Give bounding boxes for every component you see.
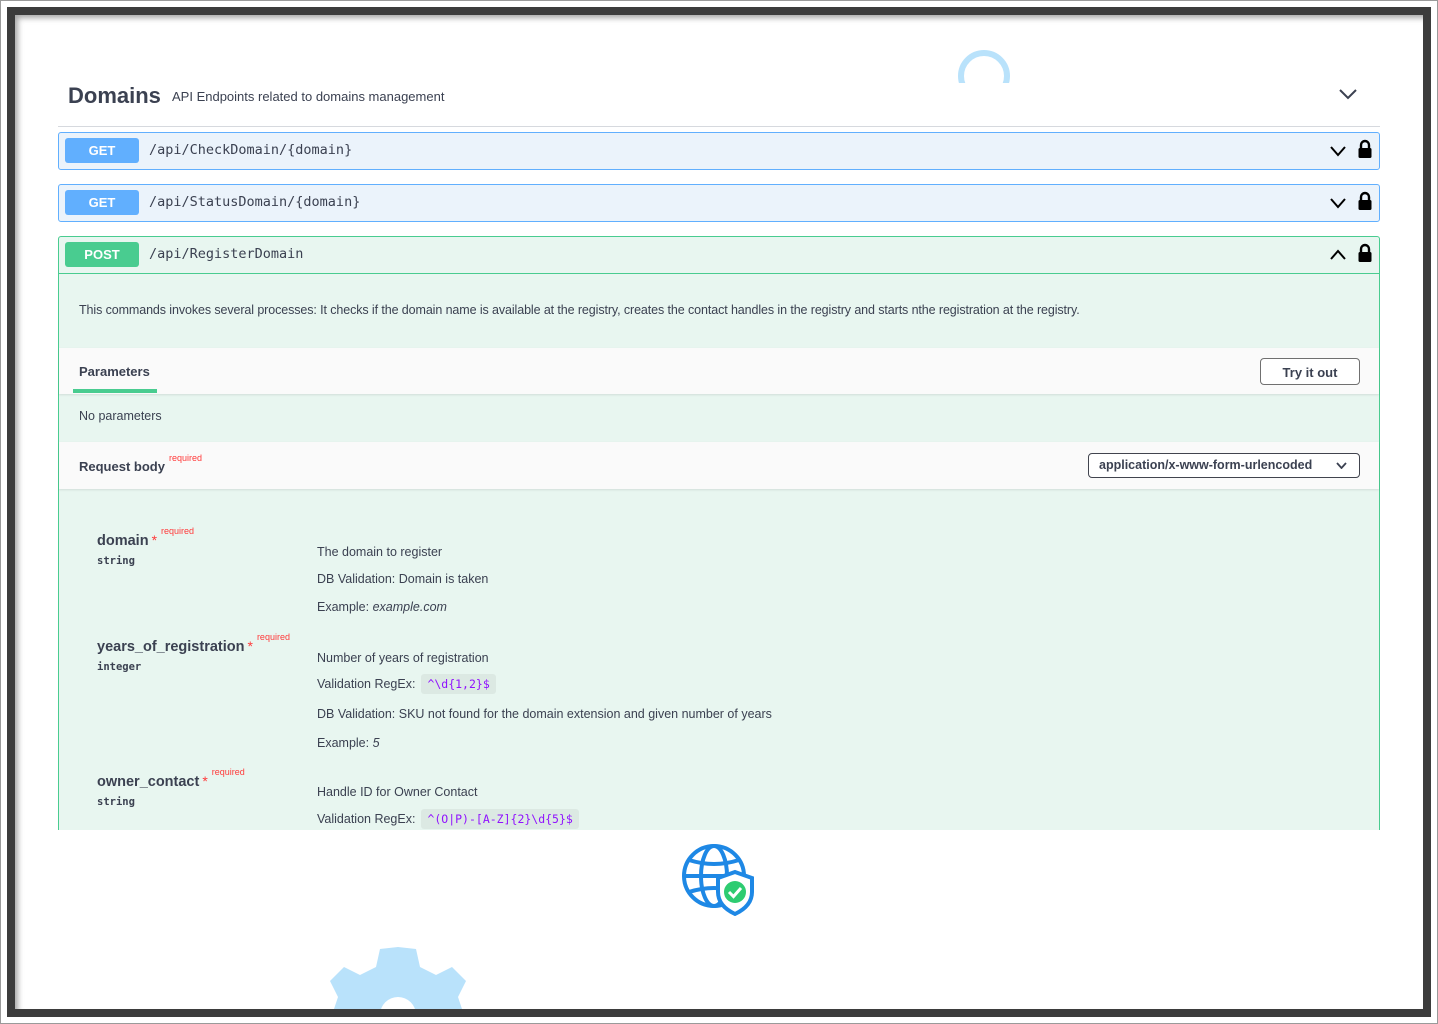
example-value: example.com [372,600,447,614]
operation-path: /api/StatusDomain/{domain} [149,194,361,210]
chevron-down-icon[interactable] [1329,197,1347,209]
property-type: string [97,555,135,567]
operation-get-checkdomain[interactable]: GET /api/CheckDomain/{domain} [58,132,1380,170]
required-label: required [161,526,195,536]
property-description: Handle ID for Owner Contact [317,785,478,799]
property-example: Example: 5 [317,736,380,750]
property-example: Example: example.com [317,600,447,614]
regex-value: ^(O|P)-[A-Z]{2}\d{5}$ [421,809,579,829]
regex-label: Validation RegEx: [317,812,416,826]
lock-icon[interactable] [1357,243,1373,263]
property-db-validation: DB Validation: Domain is taken [317,572,489,586]
tag-title: Domains [68,83,161,108]
lock-icon[interactable] [1357,191,1373,211]
regex-value: ^\d{1,2}$ [421,674,496,694]
property-type: string [97,796,135,808]
required-star: * [247,638,253,654]
operation-path: /api/CheckDomain/{domain} [149,142,353,158]
tag-header-domains[interactable]: Domains API Endpoints related to domains… [58,83,1380,127]
chevron-down-icon[interactable] [1338,87,1358,101]
request-body-title: Request body [79,459,165,474]
method-badge: POST [65,242,139,267]
method-badge: GET [65,190,139,215]
method-badge: GET [65,138,139,163]
content-type-select[interactable]: application/x-www-form-urlencoded [1088,453,1360,478]
operation-summary[interactable]: POST /api/RegisterDomain [59,237,1379,274]
chevron-up-icon[interactable] [1329,249,1347,261]
tag-description: API Endpoints related to domains managem… [172,89,445,104]
property-db-validation: DB Validation: SKU not found for the dom… [317,707,772,721]
request-body-label: Request bodyrequired [79,453,202,474]
lock-icon[interactable] [1357,139,1373,159]
no-parameters-text: No parameters [79,409,162,423]
property-description: Number of years of registration [317,651,489,665]
required-label: required [168,453,202,463]
swagger-panel: Domains API Endpoints related to domains… [58,83,1380,830]
required-star: * [202,773,208,789]
content-type-value: application/x-www-form-urlencoded [1099,458,1313,472]
property-regex: Validation RegEx: ^(O|P)-[A-Z]{2}\d{5}$ [317,809,579,829]
property-type: integer [97,661,142,673]
required-label: required [211,767,245,777]
operation-path: /api/RegisterDomain [149,246,304,262]
tab-parameters[interactable]: Parameters [79,364,150,379]
regex-label: Validation RegEx: [317,677,416,691]
operation-description: This commands invokes several processes:… [79,303,1080,317]
property-name: years_of_registration [97,639,245,655]
try-it-out-button[interactable]: Try it out [1260,358,1360,385]
property-name: owner_contact [97,774,200,790]
property-regex: Validation RegEx: ^\d{1,2}$ [317,674,496,694]
property-name: domain [97,533,149,549]
globe-shield-check-icon [682,844,754,916]
required-label: required [256,632,290,642]
property-description: The domain to register [317,545,443,559]
property-years-of-registration: years_of_registration *required integer [97,632,290,673]
example-label: Example: [317,600,370,614]
operation-get-statusdomain[interactable]: GET /api/StatusDomain/{domain} [58,184,1380,222]
parameters-header: Parameters Try it out [59,348,1379,394]
gear-decoration [330,947,466,1015]
property-domain: domain *required string [97,526,194,567]
property-owner-contact: owner_contact *required string [97,767,245,808]
tab-underline [73,389,157,393]
example-value: 5 [372,736,380,750]
request-body-header: Request bodyrequired application/x-www-f… [59,442,1379,489]
chevron-down-icon [1336,462,1347,469]
required-star: * [151,532,158,548]
chevron-down-icon[interactable] [1329,145,1347,157]
example-label: Example: [317,736,370,750]
operation-post-registerdomain: POST /api/RegisterDomain This commands i… [58,236,1380,830]
